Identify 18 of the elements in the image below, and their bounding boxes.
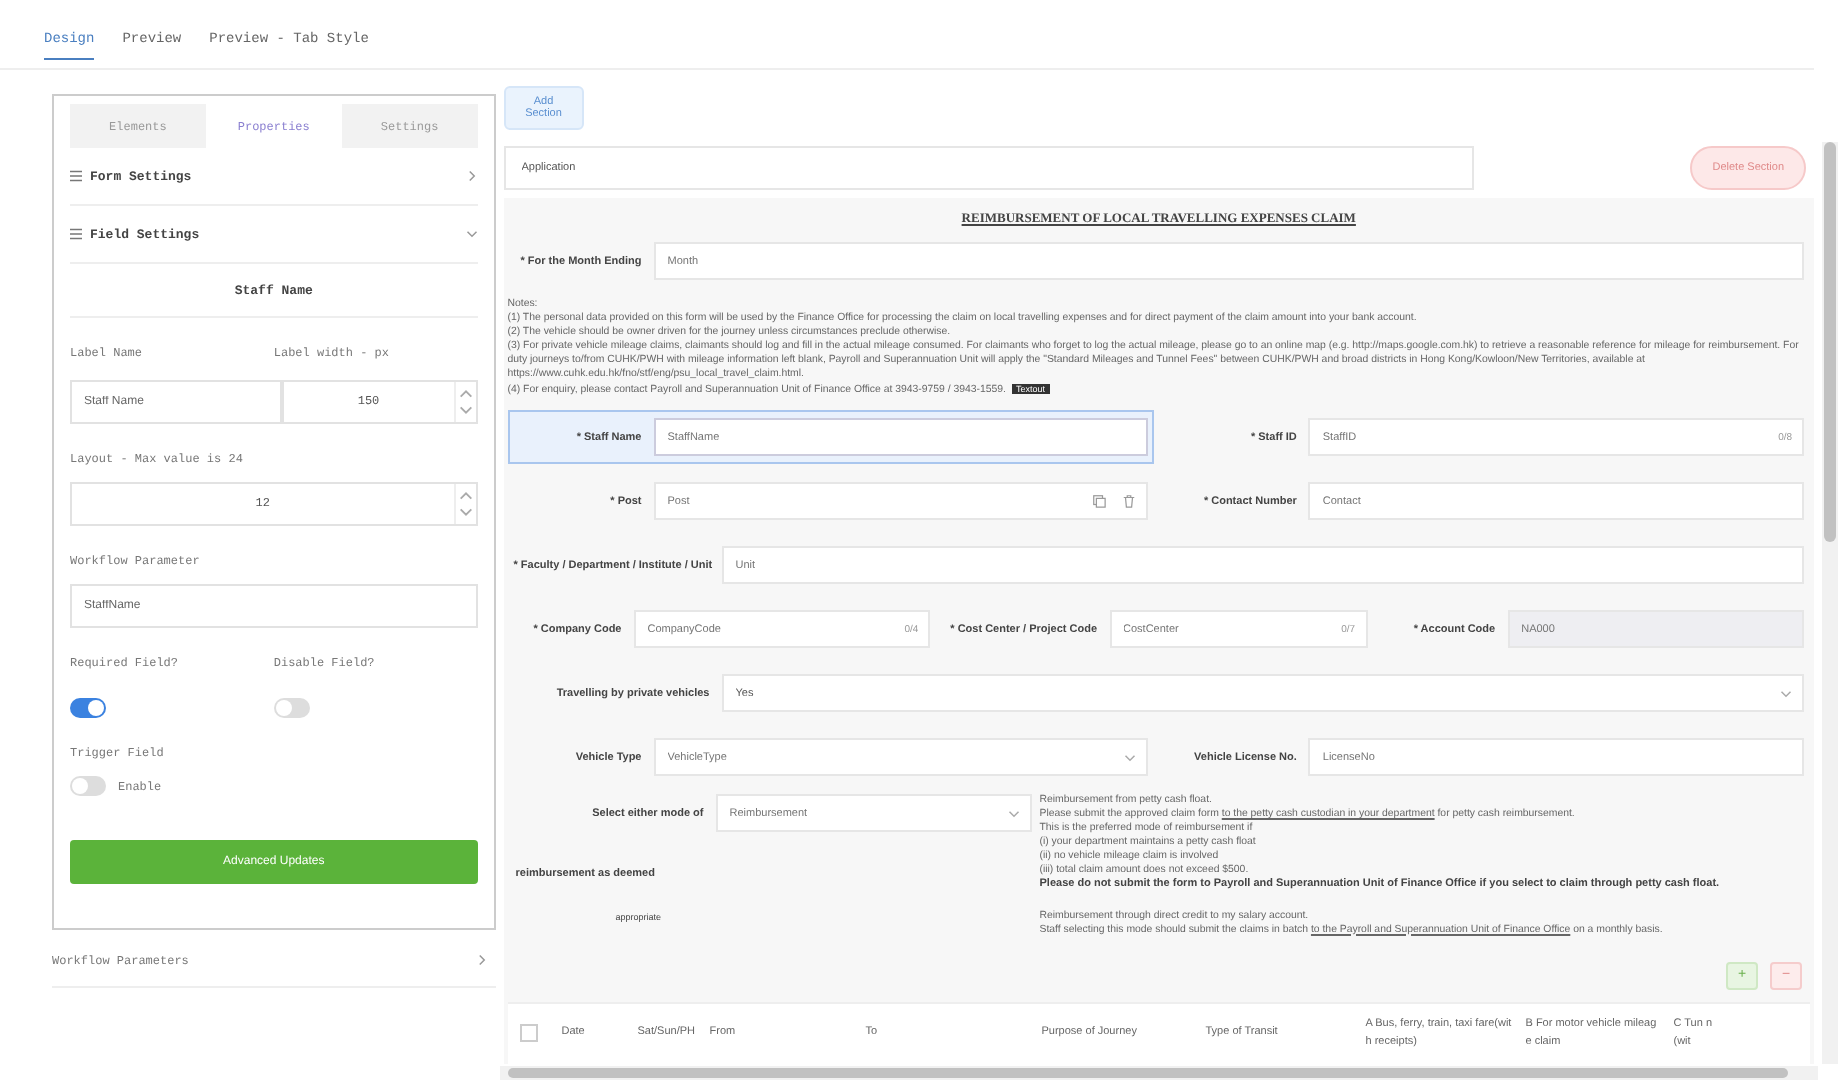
stepper-icon[interactable] <box>457 488 474 520</box>
dropdown-icon <box>1124 751 1137 763</box>
trash-icon[interactable] <box>1122 494 1137 508</box>
chevron-right-icon[interactable] <box>475 954 488 966</box>
dropdown-icon <box>1780 687 1793 699</box>
toggle-switch[interactable] <box>70 698 106 718</box>
chevron-right-icon[interactable] <box>465 170 478 182</box>
copy-icon[interactable] <box>1092 494 1107 508</box>
dropdown-icon <box>1007 807 1020 819</box>
scrollbar[interactable] <box>500 1066 1818 1080</box>
list-icon <box>70 228 82 240</box>
toggle-switch[interactable] <box>70 776 106 796</box>
scrollbar[interactable] <box>1822 142 1838 1064</box>
toggle-switch[interactable] <box>273 698 310 718</box>
checkbox[interactable] <box>519 1024 538 1042</box>
chevron-down-icon[interactable] <box>465 228 478 240</box>
stepper-icon[interactable] <box>457 386 474 418</box>
list-icon <box>70 170 82 182</box>
